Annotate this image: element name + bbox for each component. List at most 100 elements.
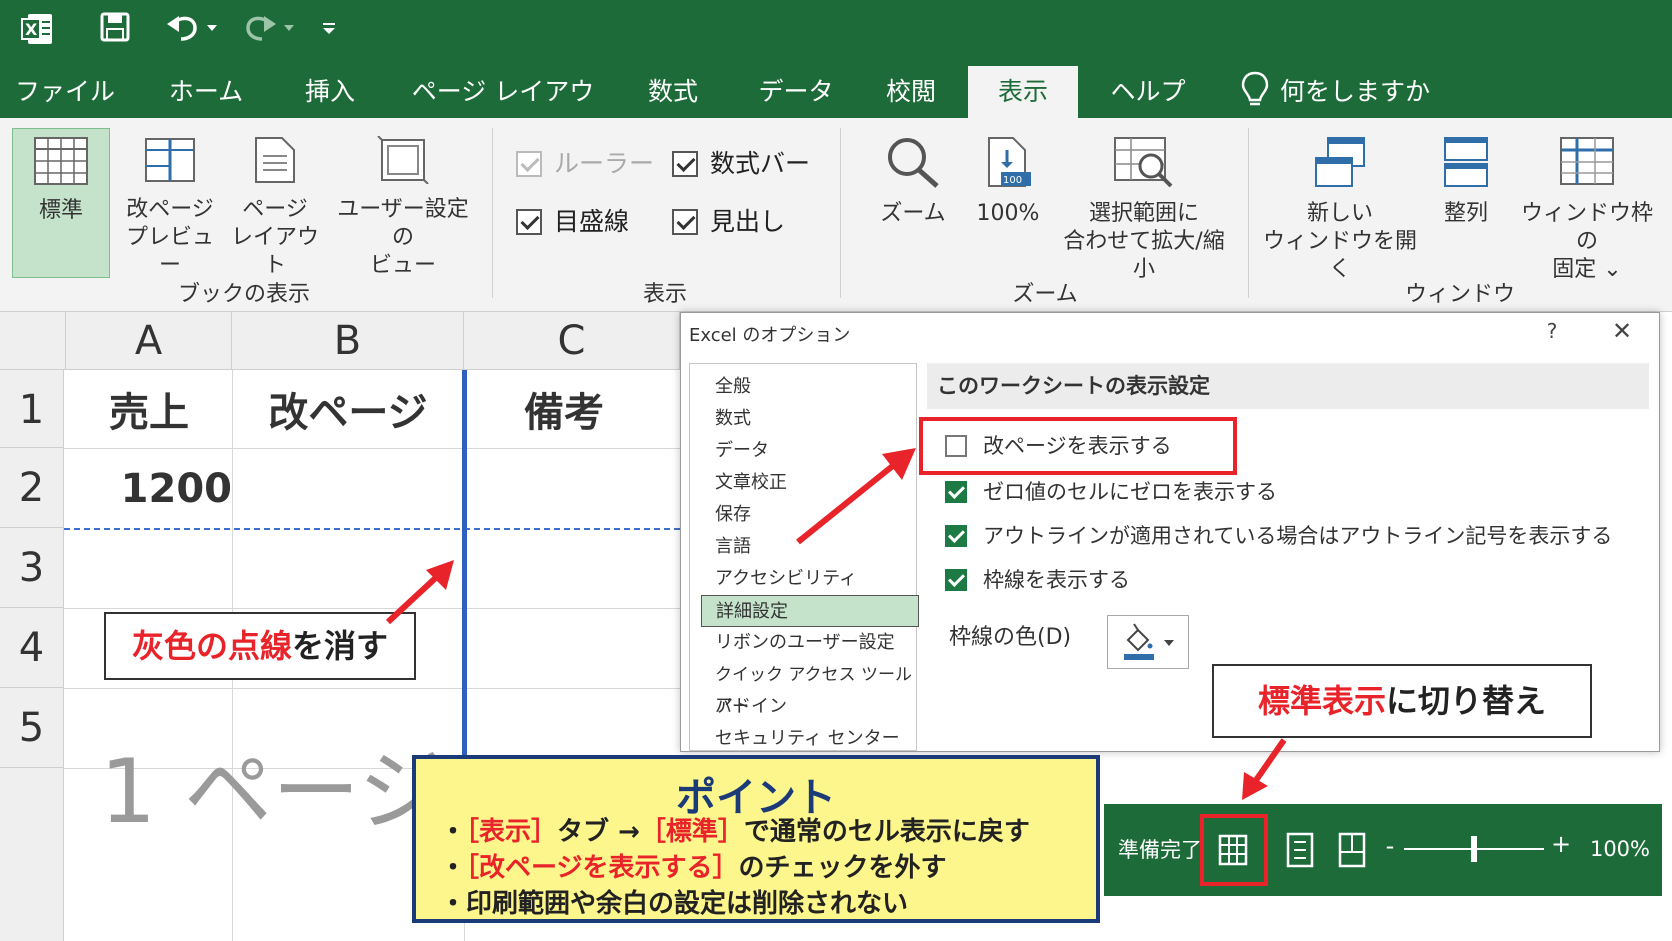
zoom-slider-thumb[interactable] [1471,836,1477,862]
column-header-c[interactable]: C [464,312,680,370]
checkbox-checked-icon [516,209,542,235]
checkbox-checked-icon [672,151,698,177]
status-ready: 準備完了 [1118,838,1202,862]
nav-accessibility[interactable]: アクセシビリティ [701,563,919,595]
point-box: ポイント ・［表示］タブ →［標準］で通常のセル表示に戻す ・［改ページを表示す… [412,755,1100,923]
magnifier-icon [888,138,939,188]
tab-review[interactable]: 校閲 [866,66,956,118]
custom-views-button[interactable]: ユーザー設定の ビュー [330,128,476,278]
red-arrow-icon [385,560,454,625]
customize-qat-icon[interactable] [318,12,344,52]
zoom-to-selection-button[interactable]: 選択範囲に 合わせて拡大/縮小 [1054,128,1234,282]
zoom-button[interactable]: ズーム [868,128,958,278]
new-window-button[interactable]: 新しい ウィンドウを開く [1260,128,1420,282]
page-break-label-2: プレビュー [125,225,214,278]
custom-views-label-1: ユーザー設定の [337,197,469,250]
zoom-out-button[interactable]: - [1380,832,1400,864]
highlight-box [919,417,1237,475]
nav-quick-access-toolbar[interactable]: クイック アクセス ツール バー [701,659,919,717]
zoom-in-button[interactable]: + [1550,830,1572,862]
tab-file[interactable]: ファイル [6,66,124,118]
cell-c1[interactable]: 備考 [464,378,664,448]
point-emphasis: ［標準］ [639,817,744,847]
checkbox-checked-icon [945,569,967,591]
page-break-dotted-line [64,528,680,530]
help-button[interactable]: ? [1537,319,1567,349]
excel-icon: X [20,12,56,52]
bullet: ・ [440,853,467,883]
nav-general[interactable]: 全般 [701,371,919,403]
show-gridlines-option[interactable]: 枠線を表示する [945,565,1405,595]
tab-help[interactable]: ヘルプ [1100,66,1196,118]
page-watermark: 1 ページ [100,740,447,843]
tab-home[interactable]: ホーム [154,66,258,118]
tab-view[interactable]: 表示 [968,66,1078,118]
row-header-3[interactable]: 3 [0,528,64,608]
zoom-selection-label-1: 選択範囲に [1088,201,1199,226]
tell-me-search[interactable]: 何をしますか [1280,66,1430,118]
redo-icon[interactable] [242,12,302,52]
headings-checkbox[interactable]: 見出し [672,204,822,240]
gridline-color-dropdown[interactable] [1107,615,1189,669]
normal-view-label: 標準 [38,198,83,223]
group-separator [840,128,841,298]
svg-text:100: 100 [1003,175,1022,186]
normal-view-button[interactable]: 標準 [12,128,110,278]
point-text: のチェックを外す [738,853,947,883]
page-layout-button[interactable]: ページ レイアウト [226,128,324,278]
column-header-a[interactable]: A [66,312,232,370]
select-all-corner[interactable] [0,312,66,370]
row-header-2[interactable]: 2 [0,448,64,528]
grid-icon [1218,834,1248,866]
gridline [64,688,680,689]
page-layout-icon [255,137,295,183]
nav-formulas[interactable]: 数式 [701,403,919,435]
callout-text: に切り替え [1386,682,1547,720]
page-layout-status-button[interactable] [1280,830,1320,870]
zoom-level[interactable]: 100% [1580,832,1650,866]
gridline-color-label: 枠線の色(D) [949,625,1072,650]
nav-advanced[interactable]: 詳細設定 [701,595,919,627]
page-layout-label-2: レイアウト [230,225,319,278]
undo-icon[interactable] [165,12,225,52]
cell-a1[interactable]: 売上 [66,378,232,448]
point-emphasis: ［表示］ [466,817,558,847]
zoom-100-icon: 100 [988,137,1031,187]
nav-trust-center[interactable]: セキュリティ センター [701,723,919,755]
lightbulb-icon [1240,70,1270,114]
tab-page-layout[interactable]: ページ レイアウト [408,66,598,158]
tab-insert[interactable]: 挿入 [282,66,378,118]
gridlines-checkbox[interactable]: 目盛線 [516,204,666,240]
row-header-1[interactable]: 1 [0,370,64,448]
page-break-status-button[interactable] [1332,830,1372,870]
tab-formulas[interactable]: 数式 [628,66,718,118]
nav-add-ins[interactable]: アドイン [701,691,919,723]
group-label-show: 表示 [642,282,687,307]
nav-customize-ribbon[interactable]: リボンのユーザー設定 [701,627,919,659]
row-header-4[interactable]: 4 [0,608,64,688]
tab-data[interactable]: データ [744,66,848,118]
formula-bar-checkbox[interactable]: 数式バー [672,146,822,182]
group-label-book-views: ブックの表示 [177,282,310,307]
bullet: ・ [440,817,467,847]
cell-b1[interactable]: 改ページ [232,378,464,448]
ruler-checkbox[interactable]: ルーラー [516,146,666,182]
new-window-label-1: 新しい [1306,201,1373,226]
zoom-100-button[interactable]: 100 100% [966,128,1050,278]
callout-emphasis: 標準表示 [1257,682,1386,720]
red-arrow-icon [1242,738,1287,800]
page-break-preview-button[interactable]: 改ページ プレビュー [118,128,222,278]
cell-a2[interactable]: 1200 [66,454,242,524]
section-header: このワークシートの表示設定 [927,363,1649,409]
arrange-all-button[interactable]: 整列 [1424,128,1508,278]
show-outline-option[interactable]: アウトラインが適用されている場合はアウトライン記号を表示する [945,521,1645,551]
column-header-b[interactable]: B [232,312,464,370]
show-zero-option[interactable]: ゼロ値のセルにゼロを表示する [945,477,1405,507]
page-break-preview-icon [1338,832,1366,868]
row-header-5[interactable]: 5 [0,688,64,768]
page-break-preview-icon [145,138,195,182]
normal-view-status-button[interactable] [1200,814,1268,886]
save-icon[interactable] [100,12,134,52]
close-button[interactable]: ✕ [1605,317,1639,351]
freeze-panes-button[interactable]: ウィンドウ枠の 固定 ⌄ [1512,128,1662,282]
